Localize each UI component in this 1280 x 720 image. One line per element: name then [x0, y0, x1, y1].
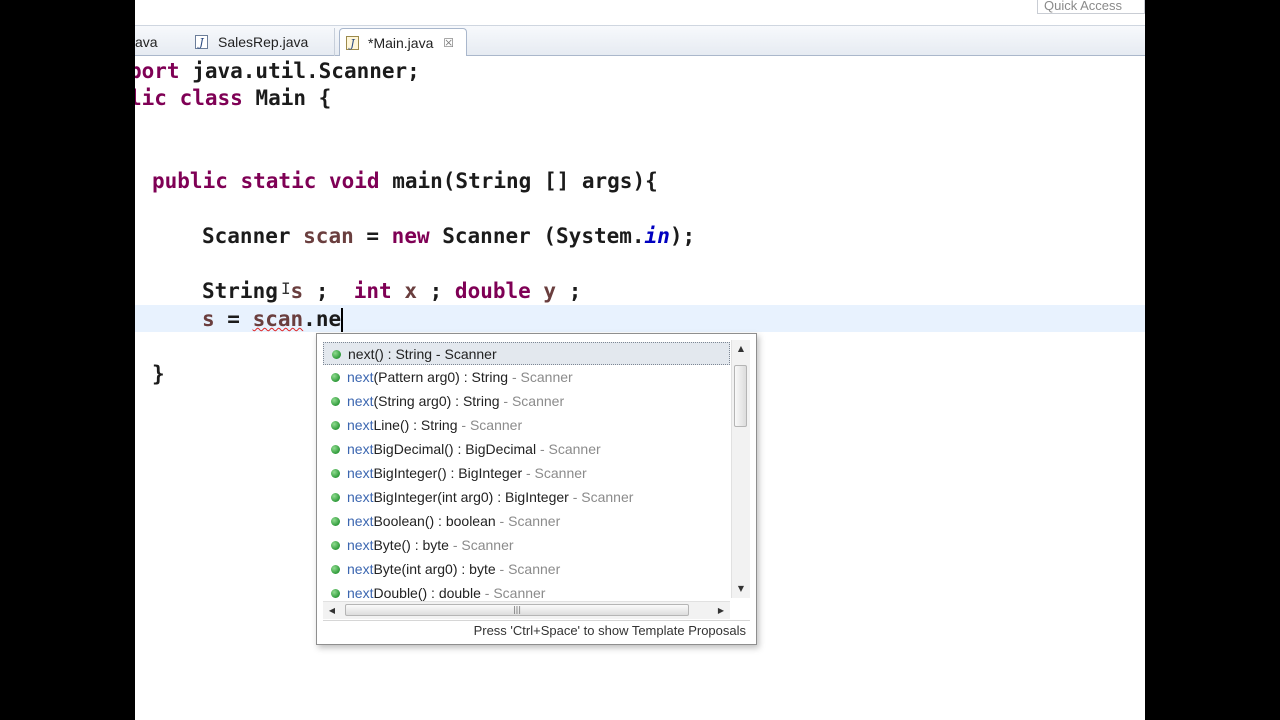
java-file-icon: J	[346, 36, 359, 50]
mouse-ibeam-cursor-icon: I	[281, 279, 291, 298]
public-method-icon	[331, 493, 340, 502]
proposal-horizontal-scrollbar[interactable]: ◀ ||| ▶	[323, 601, 730, 619]
scroll-right-arrow-icon[interactable]: ▶	[712, 602, 730, 619]
code-line-main: public static void main(String [] args){	[152, 169, 658, 193]
proposal-item[interactable]: next(Pattern arg0) : String - Scanner	[323, 366, 730, 389]
code-line-scanner: Scanner scan = new Scanner (System.in);	[202, 224, 696, 248]
close-icon[interactable]: ☒	[443, 29, 454, 57]
public-method-icon	[332, 350, 341, 359]
public-method-icon	[331, 397, 340, 406]
code-line-assignment: s = scan.ne	[202, 307, 342, 331]
quick-access-field[interactable]: Quick Access	[1037, 0, 1145, 14]
public-method-icon	[331, 565, 340, 574]
code-line-close-brace: }	[152, 362, 165, 386]
scrollbar-thumb[interactable]	[734, 365, 747, 427]
tab-label: *Main.java	[368, 35, 434, 51]
public-method-icon	[331, 421, 340, 430]
proposal-item[interactable]: nextByte() : byte - Scanner	[323, 534, 730, 557]
public-method-icon	[331, 517, 340, 526]
code-line-declarations: String s ; int x ; double y ;	[202, 279, 582, 303]
eclipse-editor-window: Quick Access ava J SalesRep.java J *Main…	[135, 0, 1145, 720]
code-line-class: lic class Main {	[135, 86, 332, 110]
proposal-item[interactable]: nextBigInteger(int arg0) : BigInteger - …	[323, 486, 730, 509]
proposal-vertical-scrollbar[interactable]: ▲ ▼	[731, 340, 750, 598]
scroll-left-arrow-icon[interactable]: ◀	[323, 602, 341, 619]
tab-label: ava	[135, 34, 158, 50]
tab-salesrep-java[interactable]: J SalesRep.java	[188, 28, 335, 56]
tab-label: SalesRep.java	[218, 34, 309, 50]
text-caret	[341, 308, 343, 332]
proposal-item[interactable]: nextBigInteger() : BigInteger - Scanner	[323, 462, 730, 485]
public-method-icon	[331, 469, 340, 478]
scroll-up-arrow-icon[interactable]: ▲	[732, 340, 750, 358]
tab-ava[interactable]: ava	[135, 28, 185, 56]
public-method-icon	[331, 589, 340, 598]
content-assist-popup: next() : String - Scanner next(Pattern a…	[316, 333, 757, 645]
proposal-item[interactable]: next() : String - Scanner	[323, 342, 730, 365]
scrollbar-thumb[interactable]: |||	[345, 604, 689, 616]
java-file-icon: J	[195, 35, 208, 49]
proposal-item[interactable]: next(String arg0) : String - Scanner	[323, 390, 730, 413]
proposal-item[interactable]: nextLine() : String - Scanner	[323, 414, 730, 437]
proposal-list[interactable]: next() : String - Scanner next(Pattern a…	[323, 340, 730, 602]
code-line-import: port java.util.Scanner;	[135, 59, 420, 83]
toolbar-strip: Quick Access	[135, 0, 1145, 25]
scroll-down-arrow-icon[interactable]: ▼	[732, 580, 750, 598]
proposal-item[interactable]: nextByte(int arg0) : byte - Scanner	[323, 558, 730, 581]
editor-tab-bar: ava J SalesRep.java J *Main.java ☒	[135, 25, 1145, 56]
proposal-item[interactable]: nextDouble() : double - Scanner	[323, 582, 730, 602]
public-method-icon	[331, 541, 340, 550]
public-method-icon	[331, 373, 340, 382]
proposal-item[interactable]: nextBigDecimal() : BigDecimal - Scanner	[323, 438, 730, 461]
popup-status-bar: Press 'Ctrl+Space' to show Template Prop…	[323, 620, 750, 640]
public-method-icon	[331, 445, 340, 454]
proposal-item[interactable]: nextBoolean() : boolean - Scanner	[323, 510, 730, 533]
tab-main-java[interactable]: J *Main.java ☒	[339, 28, 467, 56]
